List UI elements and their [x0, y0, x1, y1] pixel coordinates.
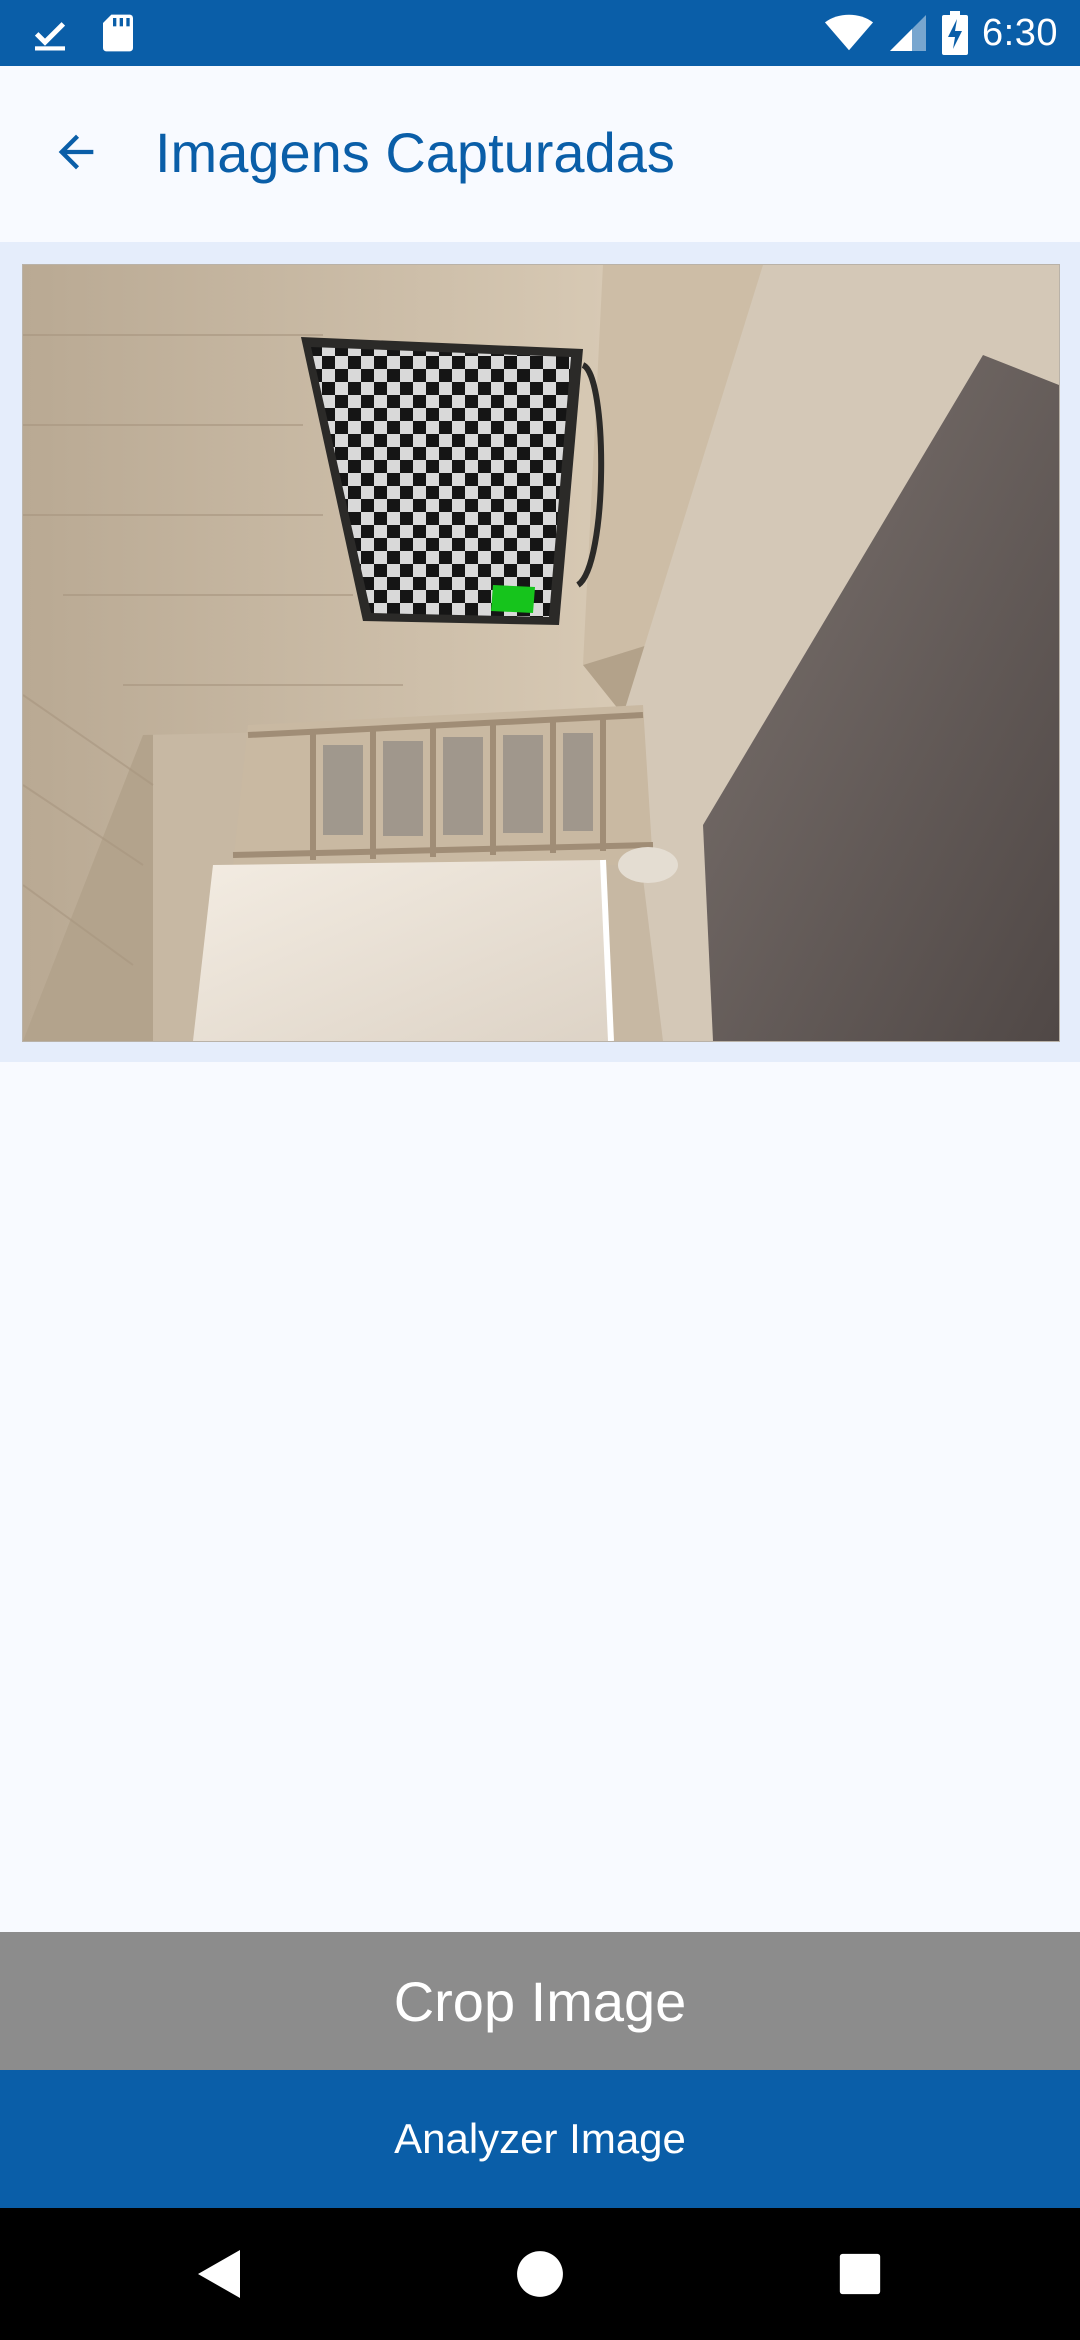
battery-charging-icon — [942, 11, 969, 55]
sd-card-icon — [103, 14, 133, 52]
back-triangle-icon — [198, 2250, 240, 2298]
arrow-back-icon — [58, 134, 94, 170]
image-strip — [0, 242, 1080, 1062]
clock: 6:30 — [982, 11, 1058, 54]
home-circle-icon — [517, 2251, 563, 2297]
wifi-icon — [824, 14, 874, 51]
cell-signal-icon — [890, 15, 927, 51]
captured-room-photo — [23, 265, 1059, 1041]
status-left-icons — [30, 10, 136, 56]
nav-recents-button[interactable] — [820, 2234, 900, 2314]
app-bar: Imagens Capturadas — [0, 66, 1080, 242]
captured-image[interactable] — [22, 264, 1060, 1042]
recents-square-icon — [839, 2253, 881, 2295]
analyze-image-button[interactable]: Analyzer Image — [0, 2070, 1080, 2208]
navigation-bar — [0, 2208, 1080, 2340]
nav-back-button[interactable] — [180, 2234, 260, 2314]
back-button[interactable] — [40, 116, 112, 188]
crop-image-button[interactable]: Crop Image — [0, 1932, 1080, 2070]
status-bar: 6:30 — [0, 0, 1080, 66]
nav-home-button[interactable] — [500, 2234, 580, 2314]
page-title: Imagens Capturadas — [155, 121, 675, 184]
status-right: 6:30 — [824, 0, 1058, 66]
download-done-icon — [34, 22, 66, 51]
